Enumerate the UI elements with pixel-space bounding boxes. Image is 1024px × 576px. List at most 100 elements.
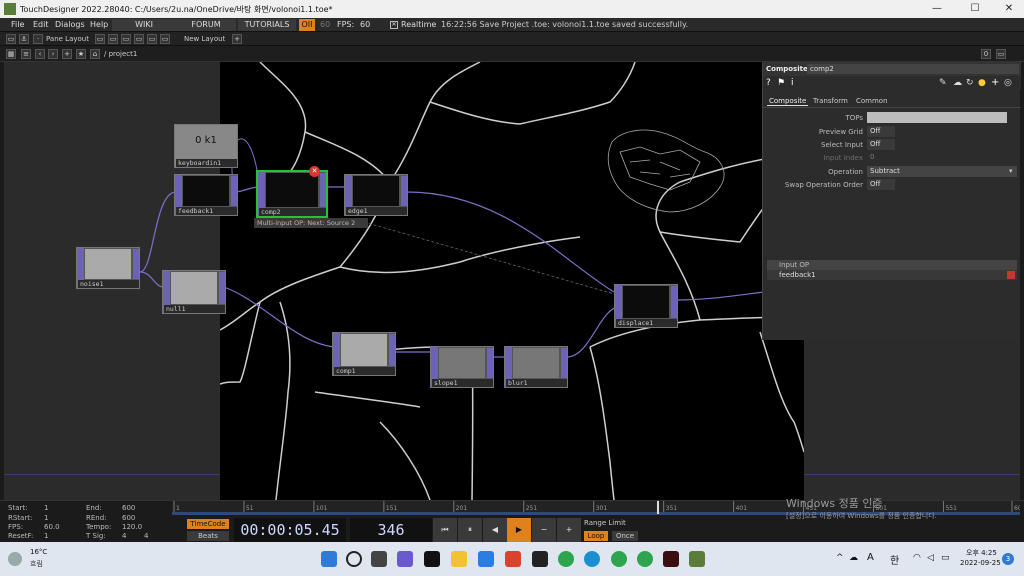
node-output[interactable]	[401, 176, 407, 206]
preview-grid-toggle[interactable]: Off	[867, 126, 895, 137]
chrome-icon[interactable]	[558, 551, 574, 567]
frame-display[interactable]: 346	[350, 518, 432, 542]
error-icon[interactable]: ✕	[309, 166, 320, 177]
home-icon[interactable]: ⌂	[90, 49, 100, 59]
notification-badge[interactable]: 3	[1002, 553, 1014, 565]
netflix-icon[interactable]	[424, 551, 440, 567]
illustrator-icon[interactable]	[663, 551, 679, 567]
step-back-button[interactable]: ◀	[483, 518, 507, 542]
node-output[interactable]	[389, 334, 395, 366]
wiki-button[interactable]: WIKI	[112, 19, 176, 31]
layout-icon-5[interactable]: ▭	[147, 34, 157, 44]
help-icon[interactable]: ?	[766, 78, 771, 88]
network-path[interactable]: / project1	[104, 50, 137, 58]
once-button[interactable]: Once	[612, 531, 638, 541]
start-value[interactable]: 1	[44, 504, 48, 512]
tutorials-button[interactable]: TUTORIALS	[238, 19, 296, 31]
forum-button[interactable]: FORUM	[176, 19, 236, 31]
comp2-node[interactable]: comp2 ✕	[256, 166, 328, 218]
loop-button[interactable]: Loop	[584, 531, 608, 541]
oii-indicator[interactable]: OII	[299, 19, 315, 31]
mail-icon[interactable]	[478, 551, 494, 567]
close-button[interactable]: ✕	[992, 0, 1024, 18]
keyboardin-node[interactable]: 0 k1 keyboardin1	[174, 124, 238, 168]
task-view-icon[interactable]	[371, 551, 387, 567]
pane-icon-2[interactable]: ⚓	[19, 34, 29, 44]
node-output[interactable]	[561, 348, 567, 378]
chrome-profile-icon[interactable]	[611, 551, 627, 567]
slope-node[interactable]: slope1	[430, 346, 494, 388]
feedback-node[interactable]: feedback1	[174, 174, 238, 216]
wifi-icon[interactable]: ◠	[913, 553, 921, 563]
end-value[interactable]: 600	[122, 504, 135, 512]
node-output[interactable]	[487, 348, 493, 378]
add-layout-button[interactable]: +	[232, 34, 242, 44]
add-icon[interactable]: +	[62, 49, 72, 59]
search-icon[interactable]	[346, 551, 362, 567]
swap-order-toggle[interactable]: Off	[867, 179, 895, 190]
layout-icon-2[interactable]: ▭	[108, 34, 118, 44]
volume-icon[interactable]: ◁	[927, 553, 934, 563]
input-index-slider[interactable]: 0	[867, 152, 1007, 163]
refresh-icon[interactable]: ↻	[966, 78, 974, 88]
play-button[interactable]: ▶	[507, 518, 531, 542]
panel-op-name[interactable]: comp2	[807, 64, 1019, 74]
minimize-button[interactable]: —	[920, 0, 954, 18]
select-input-toggle[interactable]: Off	[867, 139, 895, 150]
comment-icon[interactable]: ☁	[953, 78, 962, 88]
rstart-value[interactable]: 1	[44, 514, 48, 522]
node-output[interactable]	[219, 272, 225, 304]
fps-value[interactable]: 60.0	[44, 523, 60, 531]
input-op-item[interactable]: feedback1	[767, 270, 1017, 280]
layout-icon-1[interactable]: ▭	[95, 34, 105, 44]
time-display[interactable]: 00:00:05.45	[234, 518, 346, 542]
info-icon[interactable]: i	[791, 78, 794, 88]
touchdesigner-taskbar-icon[interactable]	[689, 551, 705, 567]
list-icon[interactable]: ≡	[21, 49, 31, 59]
menu-file[interactable]: File	[11, 20, 24, 29]
grid-icon[interactable]: ▦	[6, 49, 16, 59]
pane-icon-3[interactable]: ·	[33, 34, 43, 44]
edge-icon[interactable]	[584, 551, 600, 567]
tsig-b[interactable]: 4	[144, 532, 148, 540]
timecode-button[interactable]: TimeCode	[187, 519, 229, 529]
back-icon[interactable]: ‹	[35, 49, 45, 59]
python-icon[interactable]: ⚑	[777, 78, 785, 88]
comp1-node[interactable]: comp1	[332, 332, 396, 376]
node-output[interactable]	[133, 249, 139, 279]
step-plus-button[interactable]: +	[557, 518, 581, 542]
tab-transform[interactable]: Transform	[813, 97, 848, 105]
target-icon[interactable]: ◎	[1004, 78, 1012, 88]
forward-icon[interactable]: ›	[48, 49, 58, 59]
node-output[interactable]	[231, 176, 237, 206]
clock-time[interactable]: 오후 4:25	[966, 548, 997, 558]
playhead[interactable]	[657, 501, 659, 514]
star-icon[interactable]: ★	[76, 49, 86, 59]
step-minus-button[interactable]: −	[532, 518, 556, 542]
add-param-icon[interactable]: +	[991, 77, 999, 88]
menu-dialogs[interactable]: Dialogs	[55, 20, 85, 29]
beats-button[interactable]: Beats	[187, 531, 229, 541]
ime-mode-han[interactable]: 한	[890, 552, 899, 567]
tab-common[interactable]: Common	[856, 97, 888, 105]
chrome-profile-2-icon[interactable]	[637, 551, 653, 567]
layout-icon-6[interactable]: ▭	[160, 34, 170, 44]
blur-node[interactable]: blur1	[504, 346, 568, 388]
node-output[interactable]	[320, 173, 326, 207]
chat-icon[interactable]	[397, 551, 413, 567]
null-node[interactable]: null1	[162, 270, 226, 314]
maximize-button[interactable]: ☐	[958, 0, 992, 18]
menu-edit[interactable]: Edit	[33, 20, 49, 29]
weather-icon[interactable]	[8, 552, 22, 566]
path-pin-button[interactable]: 0	[981, 49, 991, 59]
tsig-a[interactable]: 4	[122, 532, 126, 540]
tray-chevron-icon[interactable]: ^	[836, 553, 844, 563]
realtime-checkbox[interactable]: ✕	[390, 21, 398, 29]
tempo-value[interactable]: 120.0	[122, 523, 142, 531]
path-expand-button[interactable]: ▭	[996, 49, 1006, 59]
layout-icon-4[interactable]: ▭	[134, 34, 144, 44]
battery-icon[interactable]: ▭	[941, 553, 950, 563]
office-icon[interactable]	[505, 551, 521, 567]
temperature[interactable]: 16°C	[30, 548, 47, 556]
remove-input-icon[interactable]	[1007, 271, 1015, 279]
